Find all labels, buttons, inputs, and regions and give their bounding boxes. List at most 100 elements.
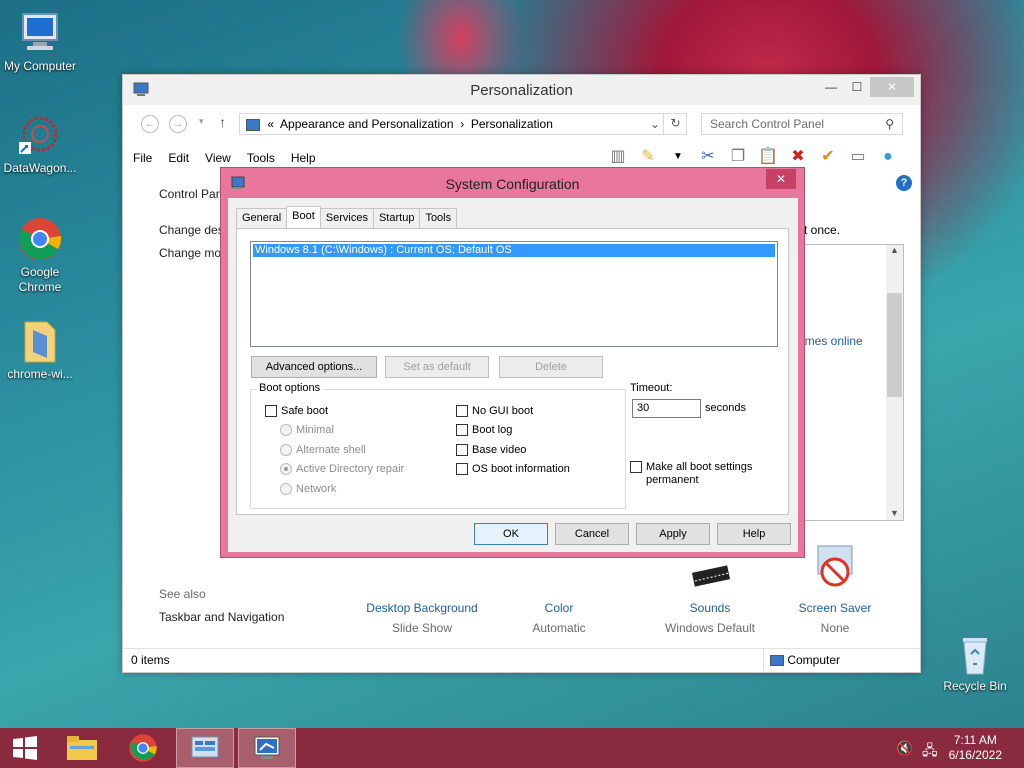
menu-help[interactable]: Help bbox=[291, 151, 316, 165]
radio-circle[interactable] bbox=[280, 483, 292, 495]
msconfig-icon bbox=[254, 736, 280, 759]
base-video-checkbox[interactable]: Base video bbox=[456, 444, 526, 456]
close-button[interactable]: ✕ bbox=[870, 77, 914, 97]
scroll-up-icon[interactable]: ▲ bbox=[886, 245, 903, 255]
screen-saver-icon bbox=[810, 542, 860, 595]
tab-startup[interactable]: Startup bbox=[372, 208, 421, 228]
tab-services[interactable]: Services bbox=[319, 208, 374, 228]
sounds-item[interactable]: Sounds Windows Default bbox=[640, 555, 780, 635]
back-button[interactable]: ← bbox=[141, 115, 159, 133]
chevron-down-icon[interactable]: ⌄ bbox=[650, 114, 660, 134]
desktop-icon-datawagon[interactable]: DataWagon... bbox=[0, 112, 80, 176]
paste-icon[interactable]: 📋 bbox=[756, 145, 780, 169]
menu-file[interactable]: File bbox=[133, 151, 152, 165]
help-button[interactable]: Help bbox=[717, 523, 791, 545]
maximize-button[interactable]: ☐ bbox=[844, 77, 870, 97]
breadcrumb-appearance[interactable]: Appearance and Personalization bbox=[280, 117, 453, 131]
network-icon[interactable]: 🖧 bbox=[922, 740, 938, 764]
taskbar-navigation-link[interactable]: Taskbar and Navigation bbox=[159, 610, 284, 624]
checkbox-box[interactable] bbox=[630, 461, 642, 473]
msconfig-taskbar-button[interactable] bbox=[238, 728, 296, 768]
cancel-button[interactable]: Cancel bbox=[555, 523, 629, 545]
active-directory-repair-radio[interactable]: Active Directory repair bbox=[280, 463, 404, 475]
desktop-icon-chrome-wi[interactable]: chrome-wi... bbox=[0, 318, 80, 382]
tab-boot[interactable]: Boot bbox=[286, 206, 321, 228]
search-placeholder: Search Control Panel bbox=[710, 117, 825, 131]
tab-tools[interactable]: Tools bbox=[419, 208, 458, 228]
delete-button[interactable]: Delete bbox=[499, 356, 603, 378]
properties-icon[interactable]: ▭ bbox=[846, 145, 870, 169]
menu-view[interactable]: View bbox=[205, 151, 231, 165]
notepad-icon[interactable]: ✎ bbox=[636, 145, 660, 169]
checkmark-icon[interactable]: ✔ bbox=[816, 145, 840, 169]
help-icon[interactable]: ? bbox=[896, 175, 912, 191]
themes-online-link[interactable]: emes online bbox=[798, 334, 863, 348]
dropdown-icon[interactable]: ▼ bbox=[666, 145, 690, 169]
breadcrumb-personalization[interactable]: Personalization bbox=[471, 117, 553, 131]
checkbox-box[interactable] bbox=[456, 444, 468, 456]
os-list-item[interactable]: Windows 8.1 (C:\Windows) : Current OS; D… bbox=[253, 244, 775, 257]
delete-icon[interactable]: ✖ bbox=[786, 145, 810, 169]
radio-circle[interactable] bbox=[280, 444, 292, 456]
desktop-icon-chrome[interactable]: Google Chrome bbox=[0, 216, 80, 295]
item-label[interactable]: Sounds bbox=[640, 601, 780, 615]
chrome-icon bbox=[17, 216, 63, 262]
advanced-options-button[interactable]: Advanced options... bbox=[251, 356, 377, 378]
layout-icon[interactable]: ▥ bbox=[606, 145, 630, 169]
checkbox-box[interactable] bbox=[456, 405, 468, 417]
recent-dropdown-icon[interactable]: ▾ bbox=[199, 116, 204, 127]
search-icon[interactable]: ⚲ bbox=[885, 114, 894, 134]
make-permanent-checkbox[interactable]: Make all boot settings permanent bbox=[630, 461, 752, 487]
boot-log-checkbox[interactable]: Boot log bbox=[456, 424, 512, 436]
safe-boot-checkbox[interactable]: Safe boot bbox=[265, 405, 328, 417]
scroll-down-icon[interactable]: ▼ bbox=[886, 508, 903, 518]
checkbox-box[interactable] bbox=[456, 463, 468, 475]
up-button[interactable]: ↑ bbox=[219, 114, 226, 130]
minimize-button[interactable]: — bbox=[818, 77, 844, 97]
radio-circle[interactable] bbox=[280, 424, 292, 436]
color-item[interactable]: Color Automatic bbox=[489, 555, 629, 635]
menu-edit[interactable]: Edit bbox=[168, 151, 189, 165]
control-panel-link[interactable]: Control Pan bbox=[159, 187, 222, 201]
file-explorer-taskbar-button[interactable] bbox=[53, 728, 111, 768]
scroll-thumb[interactable] bbox=[887, 293, 902, 397]
set-as-default-button[interactable]: Set as default bbox=[385, 356, 489, 378]
desktop-background-item[interactable]: Desktop Background Slide Show bbox=[352, 555, 492, 635]
address-overflow[interactable]: « bbox=[267, 117, 274, 131]
dialog-close-button[interactable]: ✕ bbox=[766, 169, 796, 189]
no-gui-boot-checkbox[interactable]: No GUI boot bbox=[456, 405, 533, 417]
checkbox-box[interactable] bbox=[456, 424, 468, 436]
cut-icon[interactable]: ✂ bbox=[696, 145, 720, 169]
scrollbar[interactable]: ▲ ▼ bbox=[886, 245, 903, 520]
item-label[interactable]: Color bbox=[489, 601, 629, 615]
menu-tools[interactable]: Tools bbox=[247, 151, 275, 165]
taskbar: 🔇 🖧 7:11 AM 6/16/2022 bbox=[0, 728, 1024, 768]
timeout-input[interactable]: 30 bbox=[632, 399, 701, 418]
alternate-shell-radio[interactable]: Alternate shell bbox=[280, 444, 366, 456]
copy-icon[interactable]: ❐ bbox=[726, 145, 750, 169]
globe-icon[interactable]: ● bbox=[876, 145, 900, 169]
address-bar[interactable]: « Appearance and Personalization › Perso… bbox=[239, 113, 687, 135]
search-input[interactable]: Search Control Panel ⚲ bbox=[701, 113, 903, 135]
start-button[interactable] bbox=[0, 728, 50, 768]
checkbox-box[interactable] bbox=[265, 405, 277, 417]
refresh-icon[interactable]: ↻ bbox=[663, 113, 687, 135]
apply-button[interactable]: Apply bbox=[636, 523, 710, 545]
os-list[interactable]: Windows 8.1 (C:\Windows) : Current OS; D… bbox=[250, 241, 778, 347]
radio-circle[interactable] bbox=[280, 463, 292, 475]
desktop-icon-recycle-bin[interactable]: Recycle Bin bbox=[935, 630, 1015, 694]
ok-button[interactable]: OK bbox=[474, 523, 548, 545]
clock[interactable]: 7:11 AM 6/16/2022 bbox=[949, 733, 1002, 763]
item-label[interactable]: Screen Saver bbox=[765, 601, 905, 615]
network-radio[interactable]: Network bbox=[280, 483, 336, 495]
control-panel-taskbar-button[interactable] bbox=[176, 728, 234, 768]
change-mouse-link[interactable]: Change mo bbox=[159, 246, 221, 260]
forward-button[interactable]: → bbox=[169, 115, 187, 133]
item-label[interactable]: Desktop Background bbox=[352, 601, 492, 615]
volume-muted-icon[interactable]: 🔇 bbox=[896, 740, 913, 757]
minimal-radio[interactable]: Minimal bbox=[280, 424, 334, 436]
os-boot-information-checkbox[interactable]: OS boot information bbox=[456, 463, 570, 475]
desktop-icon-my-computer[interactable]: My Computer bbox=[0, 10, 80, 74]
tab-general[interactable]: General bbox=[236, 208, 288, 228]
chrome-taskbar-button[interactable] bbox=[114, 728, 172, 768]
